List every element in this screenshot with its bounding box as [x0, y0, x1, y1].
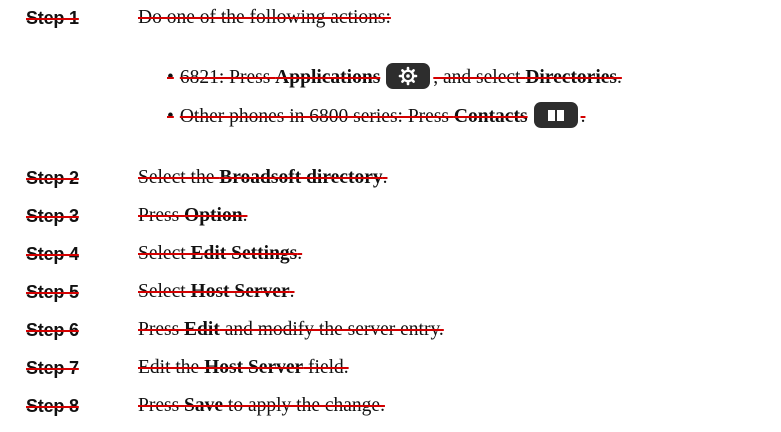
step-text: Select the Broadsoft directory.: [138, 167, 388, 188]
step-label: Step 1: [26, 8, 79, 28]
step-text: Press Save to apply the change.: [138, 395, 385, 416]
step-label: Step 2: [26, 168, 79, 188]
sub-item-other-phones: • Other phones in 6800 series: Press Cont…: [167, 101, 586, 131]
step-label: Step 7: [26, 358, 79, 378]
bullet: •: [167, 67, 174, 88]
step-text: Do one of the following actions:: [138, 7, 391, 28]
step-label: Step 3: [26, 206, 79, 226]
step-label: Step 5: [26, 282, 79, 302]
step-label: Step 8: [26, 396, 79, 416]
step-4-row: Step 4 Select Edit Settings.: [0, 240, 781, 268]
step-5-row: Step 5 Select Host Server.: [0, 278, 781, 306]
step-7-row: Step 7 Edit the Host Server field.: [0, 354, 781, 382]
gear-icon: [386, 62, 431, 89]
step-text: Select Edit Settings.: [138, 243, 303, 264]
sub-item-text: , and select: [433, 67, 526, 88]
step-2-row: Step 2 Select the Broadsoft directory.: [0, 164, 781, 192]
bullet: •: [167, 106, 174, 127]
directories-label: Directories: [525, 67, 618, 88]
step-label: Step 6: [26, 320, 79, 340]
step-1-row: Step 1 Do one of the following actions:: [0, 4, 781, 32]
step-text: Select Host Server.: [138, 281, 295, 302]
applications-label: Applications: [275, 67, 381, 88]
step-6-row: Step 6 Press Edit and modify the server …: [0, 316, 781, 344]
step-text: Press Edit and modify the server entry.: [138, 319, 444, 340]
sub-item-text: .: [580, 106, 586, 127]
sub-item-text: .: [617, 67, 622, 88]
sub-item-6821: • 6821: Press Applications , and select Di…: [167, 62, 622, 92]
step-text: Press Option.: [138, 205, 248, 226]
step-8-row: Step 8 Press Save to apply the change.: [0, 392, 781, 420]
step-3-row: Step 3 Press Option.: [0, 202, 781, 230]
sub-item-text: Other phones in 6800 series: Press: [179, 106, 454, 127]
contacts-label: Contacts: [453, 106, 528, 127]
step-label: Step 4: [26, 244, 79, 264]
sub-item-text: 6821: Press: [179, 67, 276, 88]
book-icon: [533, 101, 578, 128]
step-text: Edit the Host Server field.: [138, 357, 349, 378]
